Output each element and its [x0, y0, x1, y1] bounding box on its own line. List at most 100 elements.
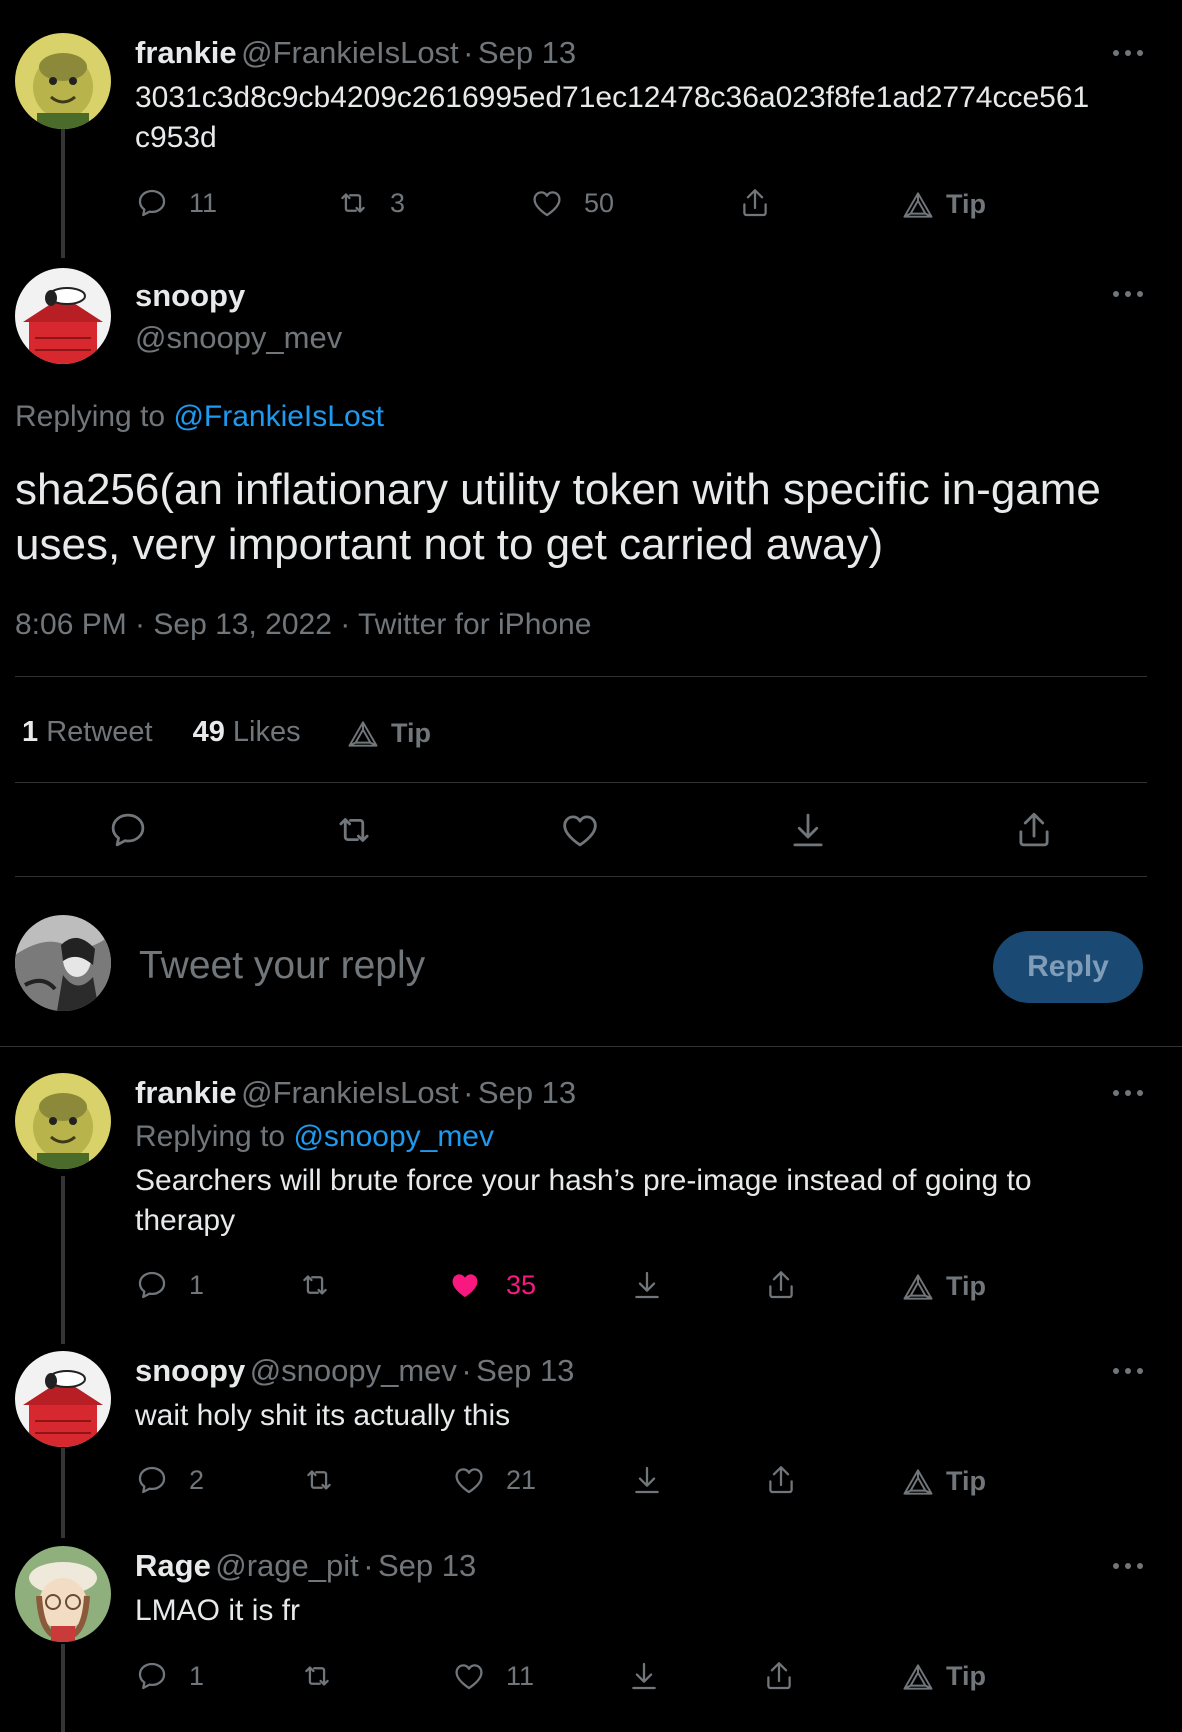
- bookmark-button[interactable]: [630, 1462, 664, 1498]
- reply-icon: [135, 1268, 169, 1302]
- reply-submit-button[interactable]: Reply: [993, 931, 1143, 1003]
- retweet-button[interactable]: 3: [336, 185, 405, 221]
- reply-count: 1: [189, 1660, 205, 1691]
- share-icon: [1013, 809, 1055, 851]
- author-name[interactable]: frankie: [135, 35, 237, 70]
- heart-icon: [559, 809, 601, 851]
- author-name[interactable]: snoopy: [135, 1353, 245, 1388]
- reply2-text: wait holy shit its actually this: [135, 1399, 511, 1432]
- avatar-frankie[interactable]: [15, 33, 111, 129]
- share-button[interactable]: [738, 185, 772, 221]
- tip-label: Tip: [946, 1661, 986, 1691]
- likes-stat[interactable]: 49 Likes: [193, 716, 301, 749]
- author-handle[interactable]: @snoopy_mev: [135, 320, 342, 356]
- divider: [15, 782, 1147, 783]
- reply1-text-line1: Searchers will brute force your hash’s p…: [135, 1164, 1032, 1197]
- reply-count: 1: [189, 1269, 205, 1300]
- avatar-frankie[interactable]: [15, 1073, 111, 1169]
- like-count: 11: [506, 1660, 535, 1691]
- reply-button[interactable]: 1: [135, 1267, 204, 1303]
- retweet-icon: [298, 1268, 332, 1302]
- bookmark-button[interactable]: [787, 809, 829, 851]
- tip-label: Tip: [946, 1271, 986, 1301]
- share-button[interactable]: [1013, 809, 1055, 851]
- like-button[interactable]: 35: [448, 1267, 536, 1303]
- reply-button[interactable]: 1: [135, 1658, 204, 1694]
- more-dots-icon[interactable]: [1110, 45, 1146, 61]
- like-button[interactable]: 21: [452, 1462, 536, 1498]
- author-handle[interactable]: @FrankieIsLost: [241, 1075, 459, 1110]
- avatar-rage[interactable]: [15, 1546, 111, 1642]
- retweet-button[interactable]: [333, 809, 375, 851]
- tip-button[interactable]: Tip: [347, 718, 431, 749]
- tweet-date[interactable]: Sep 13: [478, 1075, 576, 1110]
- more-dots-icon[interactable]: [1110, 1558, 1146, 1574]
- reply3-header: Rage @rage_pit · Sep 13: [135, 1548, 476, 1584]
- main-tweet-text: sha256(an inflationary utility token wit…: [15, 462, 1155, 572]
- tip-label: Tip: [946, 1466, 986, 1496]
- share-button[interactable]: [764, 1267, 798, 1303]
- author-handle[interactable]: @FrankieIsLost: [241, 35, 459, 70]
- separator: ·: [363, 1548, 374, 1583]
- retweet-button[interactable]: [298, 1267, 332, 1303]
- retweet-icon: [300, 1659, 334, 1693]
- tweet1-text-line2: c953d: [135, 121, 217, 154]
- retweet-icon: [333, 809, 375, 851]
- thread-line: [61, 118, 65, 258]
- reply-button[interactable]: 2: [135, 1462, 204, 1498]
- retweet-button[interactable]: [302, 1462, 336, 1498]
- reply-icon: [107, 809, 149, 851]
- like-button[interactable]: 11: [452, 1658, 534, 1694]
- retweet-button[interactable]: [300, 1658, 334, 1694]
- heart-icon: [452, 1659, 486, 1693]
- author-name[interactable]: snoopy: [135, 278, 342, 314]
- tweet-date[interactable]: Sep 13: [476, 1353, 574, 1388]
- author-handle[interactable]: @snoopy_mev: [250, 1353, 457, 1388]
- more-dots-icon[interactable]: [1110, 1085, 1146, 1101]
- retweets-stat[interactable]: 1 Retweet: [22, 716, 153, 749]
- retweet-icon: [302, 1463, 336, 1497]
- like-count: 50: [584, 187, 615, 218]
- retweet-icon: [336, 186, 370, 220]
- reply1-text-line2: therapy: [135, 1204, 236, 1237]
- avatar-snoopy[interactable]: [15, 1351, 111, 1447]
- tweet-date[interactable]: Sep 13: [478, 35, 576, 70]
- share-button[interactable]: [762, 1658, 796, 1694]
- tweet-meta[interactable]: 8:06 PM · Sep 13, 2022 · Twitter for iPh…: [15, 608, 591, 642]
- more-dots-icon[interactable]: [1110, 1363, 1146, 1379]
- bookmark-button[interactable]: [627, 1658, 661, 1694]
- reply-button[interactable]: [107, 809, 149, 851]
- like-button[interactable]: 50: [530, 185, 614, 221]
- more-dots-icon[interactable]: [1110, 286, 1146, 302]
- tip-button[interactable]: Tip: [902, 189, 986, 220]
- reply-icon: [135, 1463, 169, 1497]
- tip-button[interactable]: Tip: [902, 1466, 986, 1497]
- thread-line: [61, 1644, 65, 1732]
- replying-to: Replying to @FrankieIsLost: [15, 400, 384, 434]
- tweet-date[interactable]: Sep 13: [378, 1548, 476, 1583]
- replying-to-link[interactable]: @FrankieIsLost: [173, 400, 384, 433]
- author-handle[interactable]: @rage_pit: [215, 1548, 359, 1583]
- author-name[interactable]: Rage: [135, 1548, 211, 1583]
- reply-count: 2: [189, 1464, 205, 1495]
- tip-button[interactable]: Tip: [902, 1271, 986, 1302]
- bookmark-button[interactable]: [630, 1267, 664, 1303]
- tip-triangle-icon: [902, 190, 934, 220]
- download-icon: [630, 1268, 664, 1302]
- reply-input[interactable]: Tweet your reply: [139, 944, 959, 988]
- heart-filled-icon: [448, 1268, 482, 1302]
- share-button[interactable]: [764, 1462, 798, 1498]
- reply-button[interactable]: 11: [135, 185, 217, 221]
- author-name[interactable]: frankie: [135, 1075, 237, 1110]
- tip-triangle-icon: [347, 719, 379, 749]
- avatar-snoopy[interactable]: [15, 268, 111, 364]
- tip-button[interactable]: Tip: [902, 1661, 986, 1692]
- like-button[interactable]: [559, 809, 601, 851]
- reply-count: 11: [189, 187, 218, 218]
- tweet1-text: 3031c3d8c9cb4209c2616995ed71ec12478c36a0…: [135, 78, 1145, 158]
- replying-to-link[interactable]: @snoopy_mev: [293, 1120, 494, 1153]
- like-total: 49: [192, 716, 225, 748]
- tweet-stats: 1 Retweet 49 Likes: [22, 716, 301, 749]
- heart-icon: [452, 1463, 486, 1497]
- reply2-header: snoopy @snoopy_mev · Sep 13: [135, 1353, 574, 1389]
